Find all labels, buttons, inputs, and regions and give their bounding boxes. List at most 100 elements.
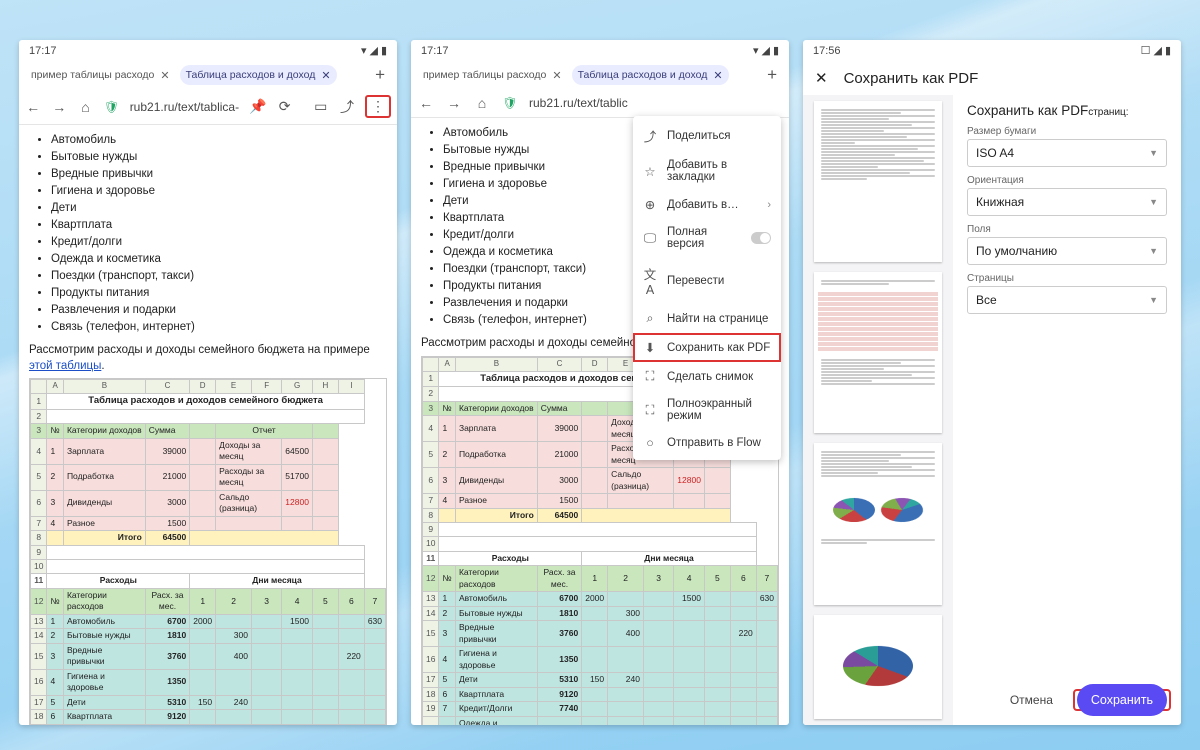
category-list: Автомобиль Бытовые нужды Вредные привычк… bbox=[51, 133, 387, 336]
tab-active[interactable]: Таблица расходов и доход✕ bbox=[180, 65, 337, 85]
pdf-actions: Отмена Сохранить bbox=[1000, 685, 1171, 715]
field-label: Поля bbox=[967, 224, 1167, 235]
monitor-icon: 🖵 bbox=[643, 231, 657, 246]
status-icons: ▾◢▮ bbox=[750, 44, 779, 57]
new-tab-button[interactable]: + bbox=[369, 65, 391, 85]
tab-active[interactable]: Таблица расходов и доход✕ bbox=[572, 65, 729, 85]
browser-menu: ⤴Поделиться ☆Добавить в закладки ⊕Добави… bbox=[633, 116, 781, 460]
close-icon[interactable]: ✕ bbox=[815, 69, 828, 87]
menu-flow[interactable]: ○Отправить в Flow bbox=[633, 429, 781, 457]
list-item: Гигиена и здоровье bbox=[51, 184, 387, 200]
field-margins: Поля По умолчанию▼ bbox=[967, 224, 1167, 265]
status-icons: ☐◢▮ bbox=[1138, 44, 1171, 57]
pin-icon[interactable]: 📌 bbox=[249, 98, 266, 115]
menu-find[interactable]: ⌕Найти на странице bbox=[633, 304, 781, 333]
new-tab-button[interactable]: + bbox=[761, 65, 783, 85]
status-bar: 17:56 ☐◢▮ bbox=[803, 40, 1181, 61]
status-bar: 17:17 ▾◢▮ bbox=[19, 40, 397, 61]
field-label: Ориентация bbox=[967, 175, 1167, 186]
reload-icon[interactable]: ⟳ bbox=[277, 98, 293, 115]
list-item: Поездки (транспорт, такси) bbox=[51, 269, 387, 285]
forward-icon[interactable]: → bbox=[51, 99, 67, 115]
save-button-highlight: Сохранить bbox=[1073, 689, 1171, 711]
pages-select[interactable]: Все▼ bbox=[967, 286, 1167, 314]
cancel-button[interactable]: Отмена bbox=[1000, 685, 1063, 715]
paragraph: Рассмотрим расходы и доходы семейного бю… bbox=[29, 343, 387, 374]
url-text[interactable]: rub21.ru/text/tablic bbox=[529, 96, 628, 110]
phone-browser-menu: 17:17 ▾◢▮ пример таблицы расходо✕ Таблиц… bbox=[411, 40, 789, 725]
translate-icon: 文A bbox=[643, 264, 657, 297]
status-bar: 17:17 ▾◢▮ bbox=[411, 40, 789, 61]
pdf-thumbnail[interactable] bbox=[814, 615, 942, 719]
pdf-thumbnail[interactable] bbox=[814, 272, 942, 433]
close-icon[interactable]: ✕ bbox=[321, 69, 330, 82]
list-item: Квартплата bbox=[51, 218, 387, 234]
toggle[interactable] bbox=[751, 232, 771, 244]
list-item: Продукты питания bbox=[51, 286, 387, 302]
chevron-down-icon: ▼ bbox=[1149, 148, 1158, 158]
shield-icon[interactable]: 🛡 bbox=[104, 100, 120, 114]
browser-tabs: пример таблицы расходо✕ Таблица расходов… bbox=[19, 61, 397, 89]
list-item: Связь (телефон, интернет) bbox=[51, 320, 387, 336]
pdf-header: ✕ Сохранить как PDF bbox=[803, 61, 1181, 95]
share-icon[interactable]: ⤴ bbox=[339, 97, 355, 117]
search-icon: ⌕ bbox=[643, 311, 657, 326]
menu-fullscreen[interactable]: ⛶Полноэкранный режим bbox=[633, 391, 781, 429]
url-toolbar: ← → ⌂ 🛡 rub21.ru/text/tablica- 📌 ⟳ ▭ ⤴ ⋮ bbox=[19, 89, 397, 125]
chevron-down-icon: ▼ bbox=[1149, 197, 1158, 207]
menu-bookmark[interactable]: ☆Добавить в закладки bbox=[633, 152, 781, 190]
menu-snapshot[interactable]: ⛶Сделать снимок bbox=[633, 362, 781, 391]
tabs-icon[interactable]: ▭ bbox=[313, 98, 329, 115]
close-icon[interactable]: ✕ bbox=[552, 69, 561, 82]
pdf-thumbnail[interactable] bbox=[814, 443, 942, 604]
phone-save-pdf: 17:56 ☐◢▮ ✕ Сохранить как PDF bbox=[803, 40, 1181, 725]
list-item: Дети bbox=[51, 201, 387, 217]
settings-title: Сохранить как PDFстраниц: bbox=[967, 103, 1167, 118]
list-item: Автомобиль bbox=[51, 133, 387, 149]
browser-tabs: пример таблицы расходо✕ Таблица расходов… bbox=[411, 61, 789, 89]
margins-select[interactable]: По умолчанию▼ bbox=[967, 237, 1167, 265]
tab-background[interactable]: пример таблицы расходо✕ bbox=[25, 65, 176, 85]
shield-icon[interactable]: 🛡 bbox=[501, 96, 519, 110]
tab-background[interactable]: пример таблицы расходо✕ bbox=[417, 65, 568, 85]
pdf-thumbnails[interactable] bbox=[803, 95, 953, 725]
share-icon: ⤴ bbox=[643, 126, 657, 145]
menu-translate[interactable]: 文AПеревести bbox=[633, 257, 781, 304]
menu-desktop-site[interactable]: 🖵Полная версия bbox=[633, 219, 781, 257]
plus-circle-icon: ⊕ bbox=[643, 197, 657, 212]
pdf-thumbnail[interactable] bbox=[814, 101, 942, 262]
list-item: Кредит/долги bbox=[51, 235, 387, 251]
pdf-settings: Сохранить как PDFстраниц: Размер бумаги … bbox=[953, 95, 1181, 725]
flow-icon: ○ bbox=[643, 436, 657, 450]
paper-size-select[interactable]: ISO A4▼ bbox=[967, 139, 1167, 167]
crop-icon: ⛶ bbox=[643, 369, 657, 384]
field-label: Страницы bbox=[967, 273, 1167, 284]
list-item: Развлечения и подарки bbox=[51, 303, 387, 319]
home-icon[interactable]: ⌂ bbox=[473, 95, 491, 111]
kebab-menu-button[interactable]: ⋮ bbox=[365, 95, 391, 118]
list-item: Одежда и косметика bbox=[51, 252, 387, 268]
menu-save-as-pdf[interactable]: ⬇Сохранить как PDF bbox=[633, 333, 781, 362]
url-toolbar: ← → ⌂ 🛡 rub21.ru/text/tablic bbox=[411, 89, 789, 118]
home-icon[interactable]: ⌂ bbox=[77, 99, 93, 115]
field-pages: Страницы Все▼ bbox=[967, 273, 1167, 314]
dots-icon: ⋮ bbox=[371, 98, 385, 114]
list-item: Вредные привычки bbox=[51, 167, 387, 183]
table-link[interactable]: этой таблицы bbox=[29, 360, 101, 372]
url-text[interactable]: rub21.ru/text/tablica- bbox=[130, 100, 239, 114]
chevron-down-icon: ▼ bbox=[1149, 246, 1158, 256]
chevron-down-icon: ▼ bbox=[1149, 295, 1158, 305]
field-label: Размер бумаги bbox=[967, 126, 1167, 137]
back-icon[interactable]: ← bbox=[25, 99, 41, 115]
status-time: 17:56 bbox=[813, 45, 841, 57]
forward-icon[interactable]: → bbox=[445, 95, 463, 111]
menu-add-to[interactable]: ⊕Добавить в…› bbox=[633, 190, 781, 219]
spreadsheet-image: ABCDEFGHI1Таблица расходов и доходов сем… bbox=[29, 378, 387, 725]
orientation-select[interactable]: Книжная▼ bbox=[967, 188, 1167, 216]
phone-browser-page: 17:17 ▾◢▮ пример таблицы расходо✕ Таблиц… bbox=[19, 40, 397, 725]
back-icon[interactable]: ← bbox=[417, 95, 435, 111]
menu-share[interactable]: ⤴Поделиться bbox=[633, 119, 781, 152]
close-icon[interactable]: ✕ bbox=[713, 69, 722, 82]
close-icon[interactable]: ✕ bbox=[160, 69, 169, 82]
save-button[interactable]: Сохранить bbox=[1077, 684, 1167, 716]
